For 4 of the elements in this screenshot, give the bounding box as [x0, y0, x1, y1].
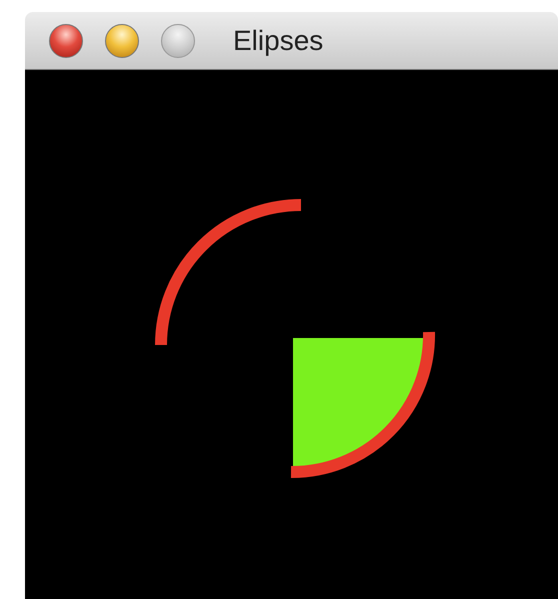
window-title: Elipses [233, 24, 324, 56]
minimize-button[interactable] [105, 24, 139, 58]
zoom-button[interactable] [161, 24, 195, 58]
close-button[interactable] [49, 24, 83, 58]
